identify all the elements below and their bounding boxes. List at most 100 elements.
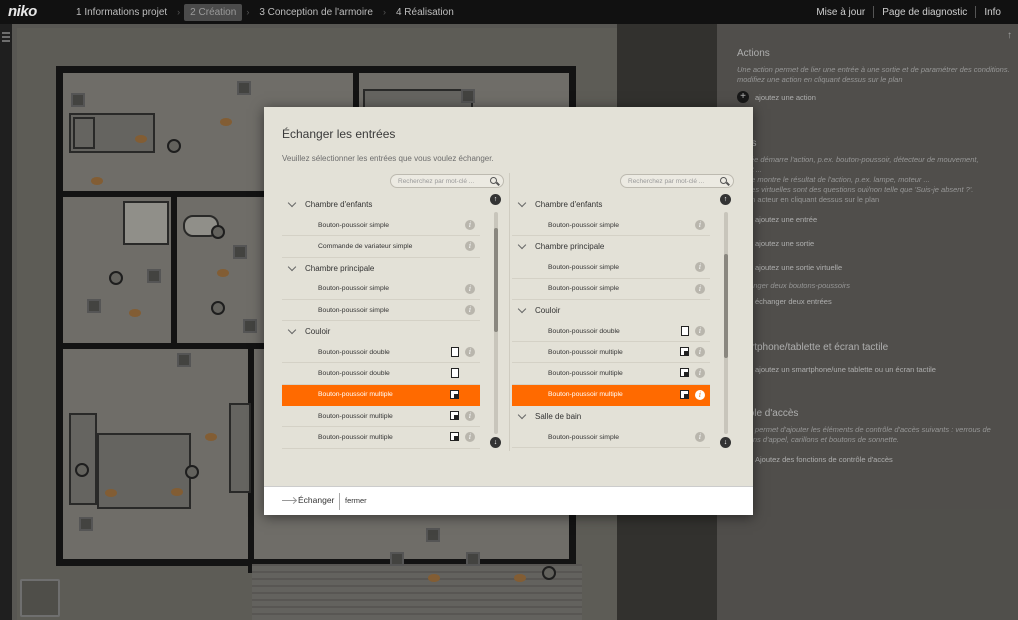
info-icon[interactable]: i bbox=[465, 283, 475, 294]
chevron-down-icon[interactable] bbox=[517, 241, 527, 250]
list-item[interactable]: Bouton-poussoir simple i bbox=[512, 427, 710, 449]
info-icon[interactable]: i bbox=[465, 220, 475, 230]
dialog-title: Échanger les entrées bbox=[282, 127, 396, 141]
multi-button-icon bbox=[680, 347, 689, 357]
scroll-thumb[interactable] bbox=[494, 228, 498, 332]
list-item[interactable]: Bouton-poussoir multiple i bbox=[282, 406, 480, 428]
list-item[interactable]: Bouton-poussoir double i bbox=[512, 321, 710, 343]
list-item[interactable]: Bouton-poussoir simple i bbox=[512, 215, 710, 237]
close-button[interactable]: fermer bbox=[345, 496, 367, 505]
left-scrollbar[interactable]: ↑ ↓ bbox=[490, 194, 504, 454]
diagnostic-link[interactable]: Page de diagnostic bbox=[874, 7, 975, 18]
info-icon[interactable]: i bbox=[695, 325, 705, 336]
list-item[interactable]: Bouton-poussoir multiple i bbox=[512, 384, 710, 407]
list-item[interactable]: Bouton-poussoir double bbox=[282, 363, 480, 385]
chevron-down-icon[interactable] bbox=[287, 262, 297, 271]
niko-logo[interactable]: niko bbox=[8, 3, 37, 20]
info-icon[interactable]: i bbox=[695, 220, 705, 230]
list-item[interactable]: Bouton-poussoir simple i bbox=[282, 279, 480, 300]
multi-button-icon bbox=[450, 389, 459, 399]
group-label: Chambre d'enfants bbox=[305, 200, 373, 209]
list-item[interactable]: Bouton-poussoir double i bbox=[282, 342, 480, 364]
group-label: Chambre d'enfants bbox=[535, 200, 603, 209]
item-label: Bouton-poussoir double bbox=[318, 370, 390, 378]
scroll-thumb[interactable] bbox=[724, 254, 728, 358]
swap-button[interactable]: Échanger bbox=[282, 495, 334, 505]
chevron-right-icon: › bbox=[246, 7, 250, 17]
left-input-list: Chambre d'enfants Bouton-poussoir simple i… bbox=[282, 194, 480, 454]
list-item[interactable]: Bouton-poussoir multiple i bbox=[512, 342, 710, 364]
room-group[interactable]: Salle de bain bbox=[512, 406, 710, 427]
group-label: Chambre principale bbox=[535, 242, 605, 252]
item-label: Commande de variateur simple bbox=[318, 242, 413, 250]
top-links: Mise à jour Page de diagnostic Info bbox=[808, 0, 1009, 24]
item-label: Bouton-poussoir simple bbox=[548, 221, 620, 229]
item-label: Bouton-poussoir multiple bbox=[548, 370, 623, 378]
list-item[interactable]: Bouton-poussoir simple i bbox=[512, 279, 710, 300]
column-divider bbox=[509, 173, 510, 451]
left-search-input[interactable]: Recherchez par mot-clé ... bbox=[390, 174, 504, 188]
wizard-step[interactable]: 1 Informations projet bbox=[70, 4, 173, 21]
chevron-down-icon[interactable] bbox=[287, 198, 297, 208]
wizard-step[interactable]: 4 Réalisation bbox=[390, 4, 460, 21]
item-label: Bouton-poussoir simple bbox=[548, 263, 620, 271]
chevron-down-icon[interactable] bbox=[287, 325, 297, 335]
info-icon[interactable]: i bbox=[695, 347, 705, 358]
update-link[interactable]: Mise à jour bbox=[808, 7, 873, 18]
list-item[interactable]: Bouton-poussoir simple i bbox=[512, 257, 710, 279]
arrow-down-icon[interactable]: ↓ bbox=[490, 437, 501, 448]
list-item[interactable]: Bouton-poussoir simple i bbox=[282, 215, 480, 237]
info-icon[interactable]: i bbox=[695, 368, 705, 379]
list-item[interactable]: Bouton-poussoir multiple i bbox=[512, 363, 710, 385]
chevron-down-icon[interactable] bbox=[517, 410, 527, 420]
room-group[interactable]: Chambre principale bbox=[512, 236, 710, 257]
room-group[interactable]: Chambre d'enfants bbox=[282, 194, 480, 215]
info-icon[interactable]: i bbox=[465, 432, 475, 443]
info-icon[interactable]: i bbox=[465, 304, 475, 315]
room-group[interactable]: Chambre d'enfants bbox=[512, 194, 710, 215]
info-icon[interactable]: i bbox=[695, 389, 705, 400]
room-group[interactable]: Couloir bbox=[512, 300, 710, 321]
info-icon[interactable]: i bbox=[695, 432, 705, 443]
double-button-icon bbox=[451, 347, 459, 358]
dialog-subtitle: Veuillez sélectionner les entrées que vo… bbox=[282, 154, 494, 163]
arrow-up-icon[interactable]: ↑ bbox=[490, 194, 501, 205]
item-label: Bouton-poussoir multiple bbox=[318, 434, 393, 442]
room-group[interactable]: Chambre principale bbox=[282, 258, 480, 279]
list-item[interactable]: Bouton-poussoir simple i bbox=[282, 300, 480, 322]
item-label: Bouton-poussoir simple bbox=[318, 285, 390, 293]
chevron-down-icon[interactable] bbox=[517, 304, 527, 314]
list-item[interactable]: Bouton-poussoir multiple i bbox=[282, 427, 480, 449]
search-icon[interactable] bbox=[720, 177, 727, 184]
chevron-down-icon[interactable] bbox=[517, 198, 527, 208]
item-label: Bouton-poussoir simple bbox=[548, 285, 620, 293]
chevron-right-icon: › bbox=[382, 7, 386, 17]
multi-button-icon bbox=[680, 368, 689, 378]
arrow-up-icon[interactable]: ↑ bbox=[720, 194, 731, 205]
item-label: Bouton-poussoir multiple bbox=[318, 391, 393, 399]
right-input-list: Chambre d'enfants Bouton-poussoir simple i… bbox=[512, 194, 710, 454]
group-label: Chambre principale bbox=[305, 263, 375, 273]
info-icon[interactable]: i bbox=[695, 283, 705, 294]
wizard-step[interactable]: 2 Création bbox=[184, 3, 243, 21]
wizard-step[interactable]: 3 Conception de l'armoire bbox=[253, 4, 379, 21]
right-search-input[interactable]: Recherchez par mot-clé ... bbox=[620, 174, 734, 188]
multi-button-icon bbox=[680, 389, 689, 399]
info-icon[interactable]: i bbox=[465, 347, 475, 358]
right-scrollbar[interactable]: ↑ ↓ bbox=[720, 194, 734, 454]
left-input-column: Recherchez par mot-clé ... Chambre d'enf… bbox=[282, 172, 504, 454]
double-button-icon bbox=[681, 325, 689, 336]
search-icon[interactable] bbox=[490, 177, 497, 184]
room-group[interactable]: Couloir bbox=[282, 321, 480, 342]
info-link[interactable]: Info bbox=[976, 7, 1009, 18]
info-icon[interactable]: i bbox=[465, 241, 475, 252]
group-label: Couloir bbox=[305, 327, 331, 337]
info-icon[interactable]: i bbox=[695, 262, 705, 273]
list-item[interactable]: Bouton-poussoir multiple bbox=[282, 384, 480, 407]
arrow-down-icon[interactable]: ↓ bbox=[720, 437, 731, 448]
item-label: Bouton-poussoir double bbox=[548, 327, 620, 335]
list-item[interactable]: Commande de variateur simple i bbox=[282, 236, 480, 258]
info-icon[interactable]: i bbox=[465, 411, 475, 422]
item-label: Bouton-poussoir multiple bbox=[318, 412, 393, 420]
double-button-icon bbox=[451, 368, 459, 379]
